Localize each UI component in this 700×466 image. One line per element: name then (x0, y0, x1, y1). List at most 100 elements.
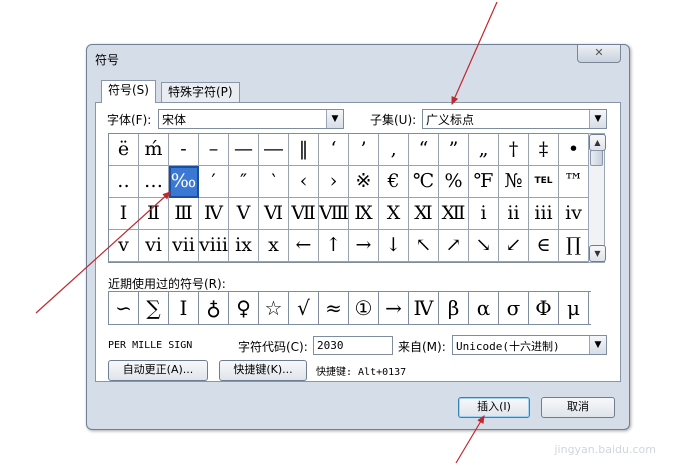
subset-select[interactable]: 广义标点 ▼ (422, 109, 607, 129)
symbol-cell[interactable]: ‥ (109, 166, 139, 198)
symbol-cell[interactable]: ⅱ (499, 198, 529, 230)
symbol-cell[interactable]: Ⅱ (139, 198, 169, 230)
recent-symbol-cell[interactable]: ♁ (199, 292, 229, 324)
recent-symbol-cell[interactable]: Φ (529, 292, 559, 324)
symbol-cell[interactable]: › (319, 166, 349, 198)
symbol-cell[interactable]: ⅴ (109, 230, 139, 262)
recent-symbol-cell[interactable]: ≈ (319, 292, 349, 324)
symbol-cell[interactable]: € (379, 166, 409, 198)
symbol-cell[interactable]: ḿ (139, 134, 169, 166)
tab-special-chars[interactable]: 特殊字符(P) (161, 82, 240, 103)
symbol-cell[interactable]: Ⅳ (199, 198, 229, 230)
symbol-cell[interactable]: ↘ (469, 230, 499, 262)
symbol-cell[interactable]: ‘ (319, 134, 349, 166)
symbol-cell[interactable]: Ⅶ (289, 198, 319, 230)
recent-symbol-cell[interactable]: √ (289, 292, 319, 324)
symbol-cell[interactable]: Ⅰ (109, 198, 139, 230)
symbol-cell[interactable]: — (229, 134, 259, 166)
symbol-cell[interactable]: ⅰ (469, 198, 499, 230)
symbol-cell[interactable]: • (559, 134, 589, 166)
symbol-cell[interactable]: “ (409, 134, 439, 166)
close-button[interactable]: ✕ (577, 45, 621, 63)
symbol-cell[interactable]: ë (109, 134, 139, 166)
recent-symbol-cell[interactable]: μ (559, 292, 589, 324)
symbol-cell[interactable]: TEL (529, 166, 559, 198)
chevron-down-icon[interactable]: ▼ (589, 336, 606, 354)
symbol-cell[interactable]: ℃ (409, 166, 439, 198)
symbol-cell[interactable]: - (169, 134, 199, 166)
symbol-cell[interactable]: ― (259, 134, 289, 166)
symbol-cell[interactable]: Ⅹ (379, 198, 409, 230)
symbol-cell[interactable]: Ⅴ (229, 198, 259, 230)
symbol-cell[interactable]: ∈ (529, 230, 559, 262)
symbol-cell[interactable]: ↙ (499, 230, 529, 262)
dialog-title: 符号 (95, 53, 120, 67)
chevron-down-icon[interactable]: ▼ (326, 110, 343, 128)
symbol-cell[interactable]: ← (289, 230, 319, 262)
recent-symbol-cell[interactable]: σ (499, 292, 529, 324)
symbol-cell[interactable]: ↗ (439, 230, 469, 262)
symbol-cell[interactable]: Ⅺ (409, 198, 439, 230)
recent-symbol-cell[interactable]: ∽ (109, 292, 139, 324)
recent-symbol-cell[interactable]: α (469, 292, 499, 324)
symbol-cell[interactable]: ⅷ (199, 230, 229, 262)
shortcut-key-button[interactable]: 快捷键(K)... (219, 360, 307, 381)
symbol-cell[interactable]: ∏ (559, 230, 589, 262)
symbol-cell[interactable]: ⅸ (229, 230, 259, 262)
symbol-cell[interactable]: Ⅻ (439, 198, 469, 230)
recent-symbol-cell[interactable]: ∑ (139, 292, 169, 324)
cancel-button[interactable]: 取消 (541, 397, 615, 418)
symbol-cell[interactable]: ‰ (169, 166, 199, 198)
symbol-cell[interactable]: Ⅵ (259, 198, 289, 230)
symbol-cell[interactable]: ‹ (289, 166, 319, 198)
symbol-cell[interactable]: ℉ (469, 166, 499, 198)
symbol-cell[interactable]: ” (439, 134, 469, 166)
recent-symbol-cell[interactable]: → (379, 292, 409, 324)
symbol-cell[interactable]: ‵ (259, 166, 289, 198)
symbol-cell[interactable]: ’ (349, 134, 379, 166)
autocorrect-button[interactable]: 自动更正(A)... (108, 360, 208, 381)
recent-symbol-cell[interactable]: Ⅰ (169, 292, 199, 324)
scrollbar-thumb[interactable] (590, 150, 603, 166)
symbol-cell[interactable]: ™ (559, 166, 589, 198)
symbol-cell[interactable]: ′ (199, 166, 229, 198)
symbol-cell[interactable]: ↖ (409, 230, 439, 262)
symbol-cell[interactable]: ⅵ (139, 230, 169, 262)
font-select[interactable]: 宋体 ▼ (158, 109, 344, 129)
char-code-input[interactable]: 2030 (313, 336, 393, 355)
insert-button[interactable]: 插入(I) (458, 397, 530, 418)
symbol-cell[interactable]: % (439, 166, 469, 198)
symbol-cell[interactable]: ‖ (289, 134, 319, 166)
recent-symbol-cell[interactable]: ☆ (259, 292, 289, 324)
symbol-grid-scrollbar[interactable]: ▲ ▼ (588, 133, 606, 263)
recent-symbol-cell[interactable]: β (439, 292, 469, 324)
symbol-cell[interactable]: ↓ (379, 230, 409, 262)
font-label: 字体(F): (107, 113, 152, 127)
chevron-down-icon[interactable]: ▼ (589, 110, 606, 128)
recent-symbol-cell[interactable]: ♀ (229, 292, 259, 324)
symbol-cell[interactable]: ⅹ (259, 230, 289, 262)
symbol-cell[interactable]: ※ (349, 166, 379, 198)
scroll-down-icon[interactable]: ▼ (589, 245, 606, 262)
symbol-cell[interactable]: → (349, 230, 379, 262)
symbol-cell[interactable]: ⅳ (559, 198, 589, 230)
scroll-up-icon[interactable]: ▲ (589, 134, 606, 151)
symbol-cell[interactable]: † (499, 134, 529, 166)
symbol-cell[interactable]: – (199, 134, 229, 166)
symbol-cell[interactable]: ‡ (529, 134, 559, 166)
symbol-cell[interactable]: ⅶ (169, 230, 199, 262)
symbol-cell[interactable]: ⅲ (529, 198, 559, 230)
symbol-cell[interactable]: № (499, 166, 529, 198)
recent-symbol-cell[interactable]: Ⅳ (409, 292, 439, 324)
symbol-cell[interactable]: … (139, 166, 169, 198)
tab-symbols[interactable]: 符号(S) (101, 80, 156, 103)
recent-symbol-cell[interactable]: ① (349, 292, 379, 324)
symbol-cell[interactable]: ″ (229, 166, 259, 198)
symbol-cell[interactable]: Ⅸ (349, 198, 379, 230)
symbol-cell[interactable]: ↑ (319, 230, 349, 262)
from-select[interactable]: Unicode(十六进制) ▼ (452, 335, 607, 355)
symbol-cell[interactable]: Ⅷ (319, 198, 349, 230)
symbol-cell[interactable]: „ (469, 134, 499, 166)
symbol-cell[interactable]: Ⅲ (169, 198, 199, 230)
symbol-cell[interactable]: ‚ (379, 134, 409, 166)
